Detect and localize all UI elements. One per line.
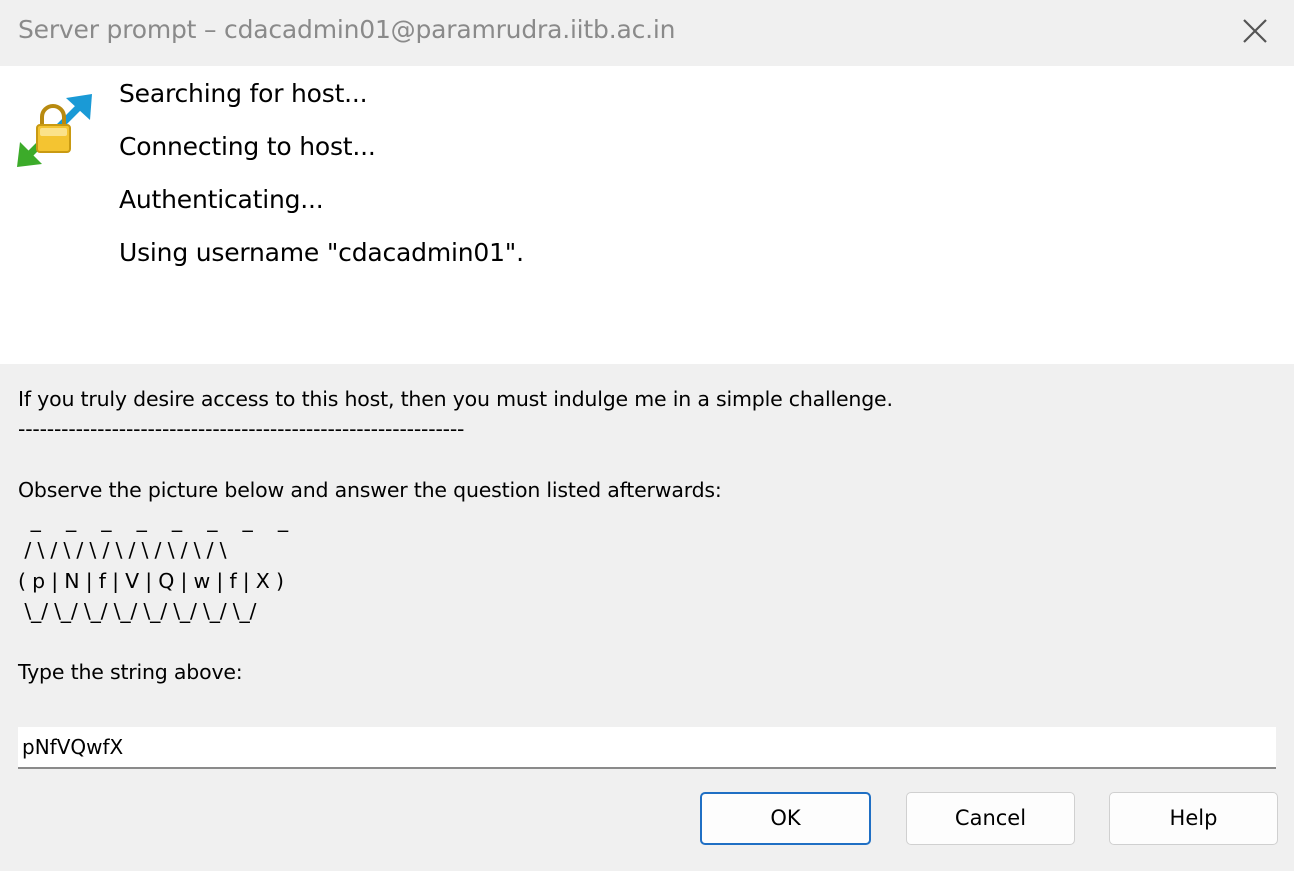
close-button[interactable] — [1236, 14, 1272, 50]
status-panel: Searching for host... Connecting to host… — [0, 66, 1294, 364]
status-line: Using username "cdacadmin01". — [119, 238, 524, 267]
cancel-button[interactable]: Cancel — [906, 792, 1075, 845]
window-title: Server prompt – cdacadmin01@paramrudra.i… — [18, 15, 676, 44]
title-bar[interactable]: Server prompt – cdacadmin01@paramrudra.i… — [0, 0, 1294, 66]
answer-input[interactable] — [18, 727, 1276, 769]
status-line: Connecting to host... — [119, 132, 376, 161]
challenge-text: If you truly desire access to this host,… — [18, 387, 893, 684]
status-line: Searching for host... — [119, 79, 368, 108]
help-button[interactable]: Help — [1109, 792, 1278, 845]
status-line: Authenticating... — [119, 185, 324, 214]
close-icon — [1243, 19, 1267, 43]
lock-connection-icon — [17, 94, 92, 167]
server-prompt-dialog: Server prompt – cdacadmin01@paramrudra.i… — [0, 0, 1294, 871]
ok-button[interactable]: OK — [700, 792, 871, 845]
challenge-area: If you truly desire access to this host,… — [0, 364, 1294, 871]
